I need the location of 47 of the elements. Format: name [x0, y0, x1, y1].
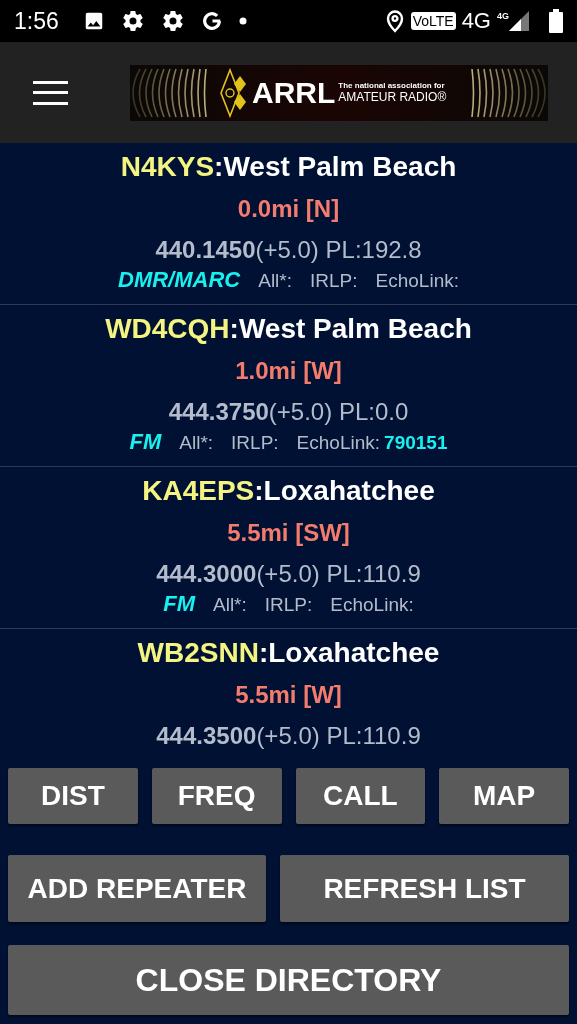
logo-name: ARRL: [252, 77, 336, 108]
signal-icon: [509, 11, 529, 31]
all-label: All*:: [179, 431, 214, 455]
clock-time: 1:56: [14, 6, 59, 36]
irlp-label: IRLP:: [310, 269, 358, 293]
repeater-title: N4KYS:West Palm Beach: [120, 150, 457, 184]
repeater-title: KA4EPS:Loxahatchee: [142, 474, 435, 508]
sort-button[interactable]: FREQ: [151, 768, 282, 824]
gear-icon: [120, 9, 145, 33]
distance-bearing: 5.5mi [SW]: [227, 518, 350, 548]
notification-dot-icon: [238, 17, 247, 25]
network-type: 4G: [461, 9, 491, 33]
sort-button[interactable]: MAP: [439, 768, 569, 824]
frequency-line: 444.3500(+5.0) PL:110.9: [156, 721, 421, 751]
echolink-label: EchoLink:: [330, 593, 414, 617]
distance-bearing: 5.5mi [W]: [235, 680, 342, 710]
all-label: All*:: [258, 269, 292, 293]
logo-subtitle: AMATEUR RADIO®: [338, 90, 447, 104]
echolink-label: EchoLink:: [375, 269, 459, 293]
action-button[interactable]: ADD REPEATER: [8, 855, 266, 922]
sort-button[interactable]: CALL: [295, 768, 426, 824]
echolink-label: EchoLink:: [296, 431, 381, 455]
repeater-title: WD4CQH:West Palm Beach: [105, 312, 472, 346]
distance-bearing: 1.0mi [W]: [235, 356, 342, 386]
sort-button[interactable]: DIST: [8, 768, 138, 824]
mode-label: FM: [129, 430, 162, 454]
all-label: All*:: [213, 593, 247, 617]
battery-icon: [549, 9, 563, 33]
action-button[interactable]: REFRESH LIST: [280, 855, 569, 922]
mode-label: FM: [163, 592, 195, 616]
frequency-line: 444.3000(+5.0) PL:110.9: [156, 559, 421, 589]
frequency-line: 440.1450(+5.0) PL:192.8: [155, 235, 422, 265]
distance-bearing: 0.0mi [N]: [237, 194, 340, 224]
volte-badge: VoLTE: [410, 12, 456, 30]
menu-button[interactable]: [33, 80, 68, 105]
irlp-label: IRLP:: [231, 431, 279, 455]
frequency-line: 444.3750(+5.0) PL:0.0: [168, 397, 409, 427]
close-directory-button[interactable]: CLOSE DIRECTORY: [8, 945, 569, 1015]
google-icon: [200, 10, 223, 32]
mode-label: DMR/MARC: [118, 268, 241, 292]
echolink-node-number: 790151: [384, 431, 448, 455]
gear-icon: [160, 9, 185, 33]
location-pin-icon: [384, 9, 405, 33]
irlp-label: IRLP:: [264, 593, 313, 617]
repeater-title: WB2SNN:Loxahatchee: [137, 636, 440, 670]
signal-network-type: 4G: [497, 11, 509, 21]
logo-tagline: The national association for: [338, 81, 446, 90]
